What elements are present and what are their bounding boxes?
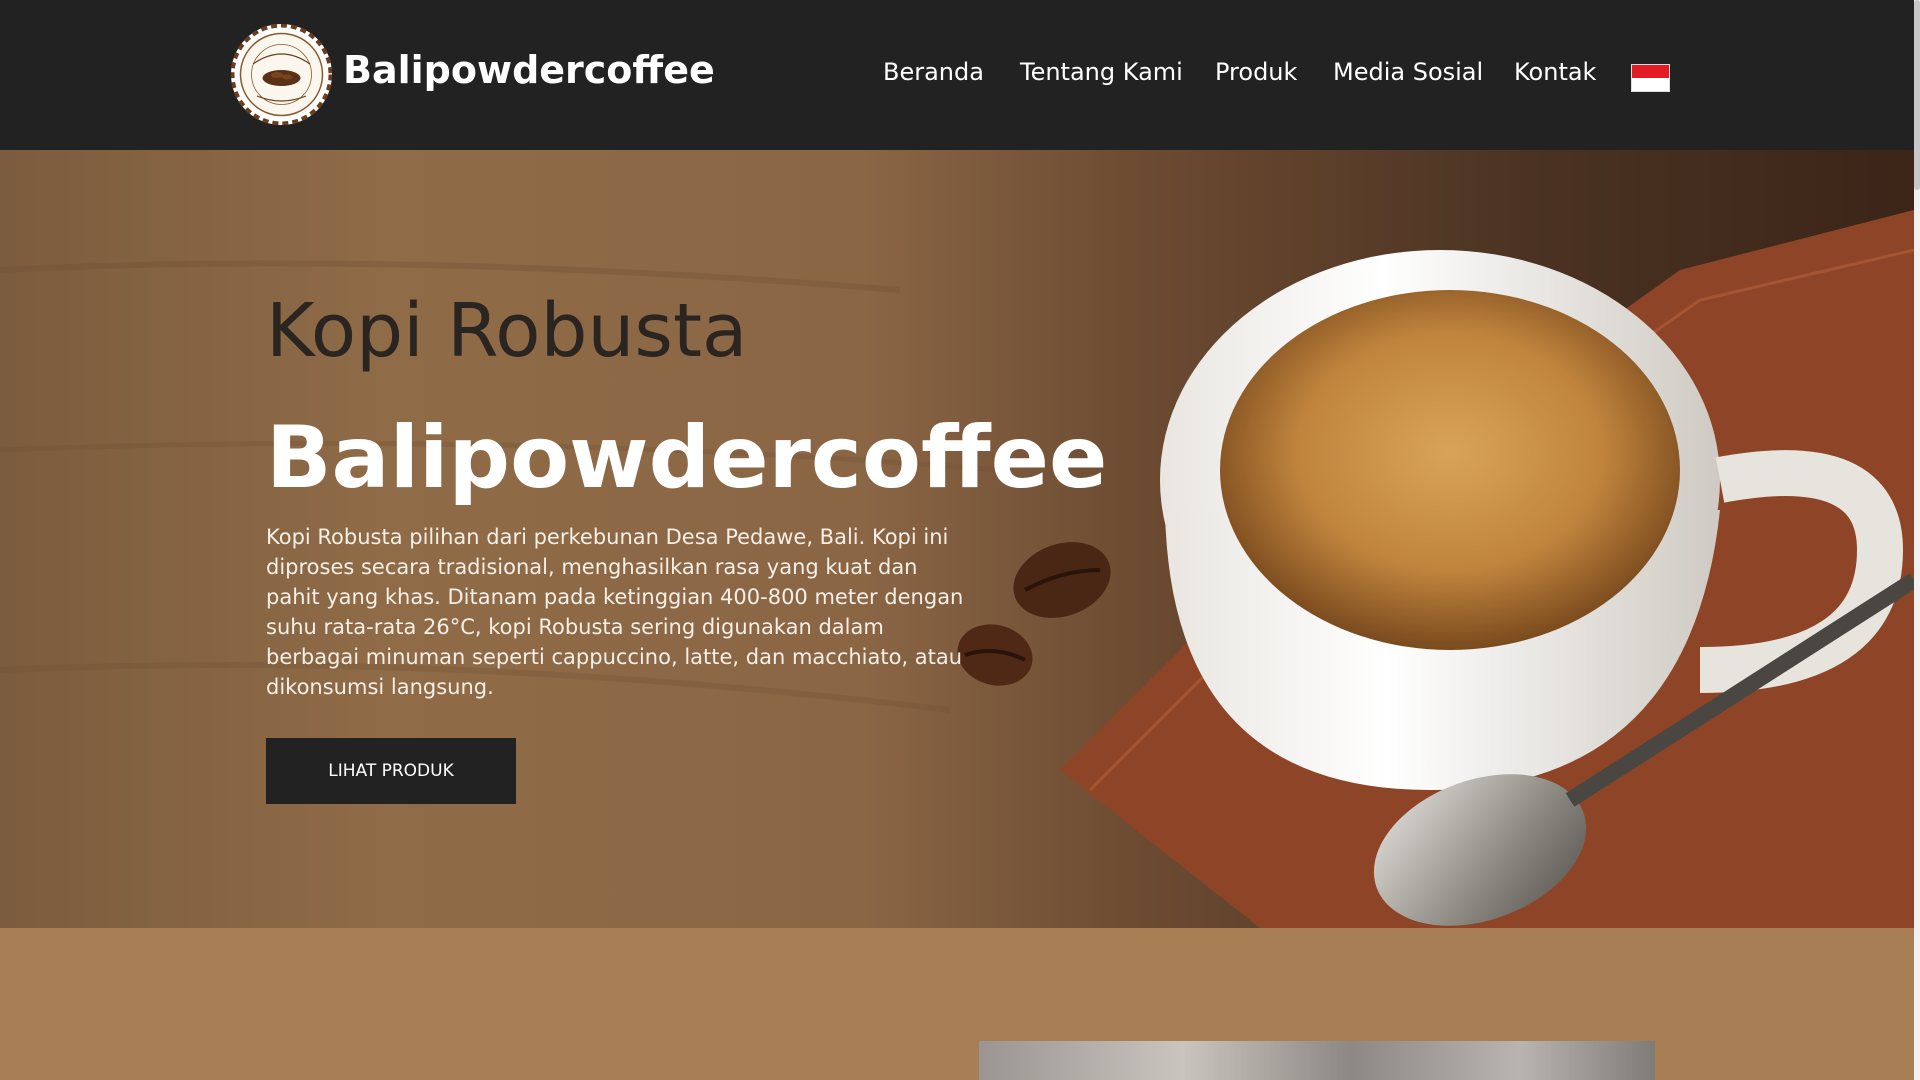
nav-item-media-sosial[interactable]: Media Sosial (1333, 58, 1483, 86)
section-photo (979, 1041, 1655, 1080)
nav-item-kontak[interactable]: Kontak (1514, 58, 1596, 86)
hero-description: Kopi Robusta pilihan dari perkebunan Des… (266, 525, 964, 699)
flag-white-stripe (1632, 78, 1669, 91)
nav-item-beranda[interactable]: Beranda (883, 58, 984, 86)
site-header: Balipowdercoffee Beranda Tentang Kami Pr… (0, 0, 1920, 150)
view-products-button[interactable]: LIHAT PRODUK (266, 738, 516, 804)
indonesia-flag-icon[interactable] (1632, 65, 1669, 91)
hero-title: Balipowdercoffee (266, 408, 1108, 508)
nav-item-tentang-kami[interactable]: Tentang Kami (1020, 58, 1183, 86)
hero-subtitle: Kopi Robusta (266, 288, 748, 374)
page-scrollbar[interactable] (1914, 0, 1920, 1080)
flag-red-stripe (1632, 65, 1669, 78)
nav-item-produk[interactable]: Produk (1215, 58, 1297, 86)
scrollbar-thumb[interactable] (1914, 0, 1920, 190)
hero-section: Kopi Robusta Balipowdercoffee Kopi Robus… (0, 150, 1914, 928)
